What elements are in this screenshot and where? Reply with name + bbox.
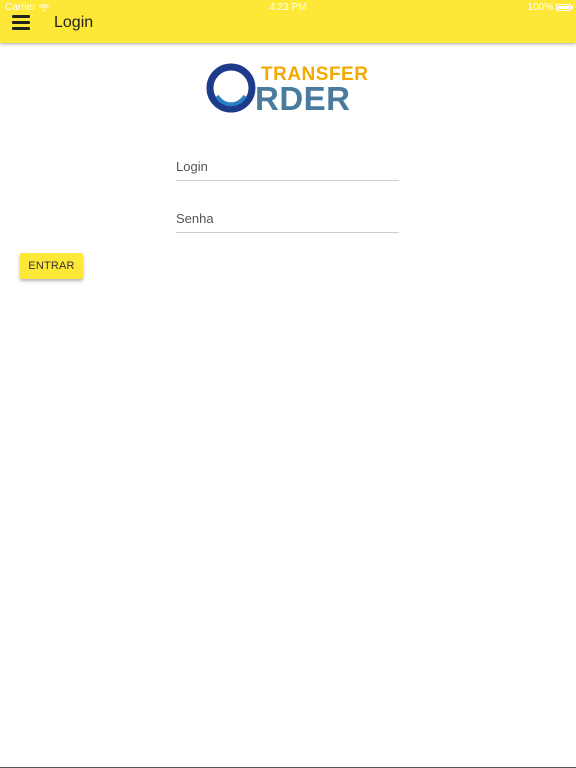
battery-percent: 100% <box>527 2 553 13</box>
login-input[interactable] <box>176 159 399 174</box>
password-field <box>176 210 399 233</box>
app-screen: Carrier 4:23 PM 100% Login TRANSFER RDER… <box>0 0 576 768</box>
page-title: Login <box>54 14 94 31</box>
entrar-button[interactable]: ENTRAR <box>20 253 83 279</box>
logo-text-order: RDER <box>255 80 351 116</box>
password-input[interactable] <box>176 211 399 226</box>
hamburger-icon <box>12 15 30 18</box>
battery-indicator: 100% <box>527 2 573 13</box>
logo-ring-inner <box>215 94 247 107</box>
menu-button[interactable] <box>12 15 30 31</box>
battery-icon <box>556 4 573 11</box>
top-app-bar: Carrier 4:23 PM 100% Login <box>0 0 576 43</box>
status-time: 4:23 PM <box>269 2 307 13</box>
login-field <box>176 158 399 181</box>
transfer-order-logo: TRANSFER RDER <box>206 63 368 116</box>
